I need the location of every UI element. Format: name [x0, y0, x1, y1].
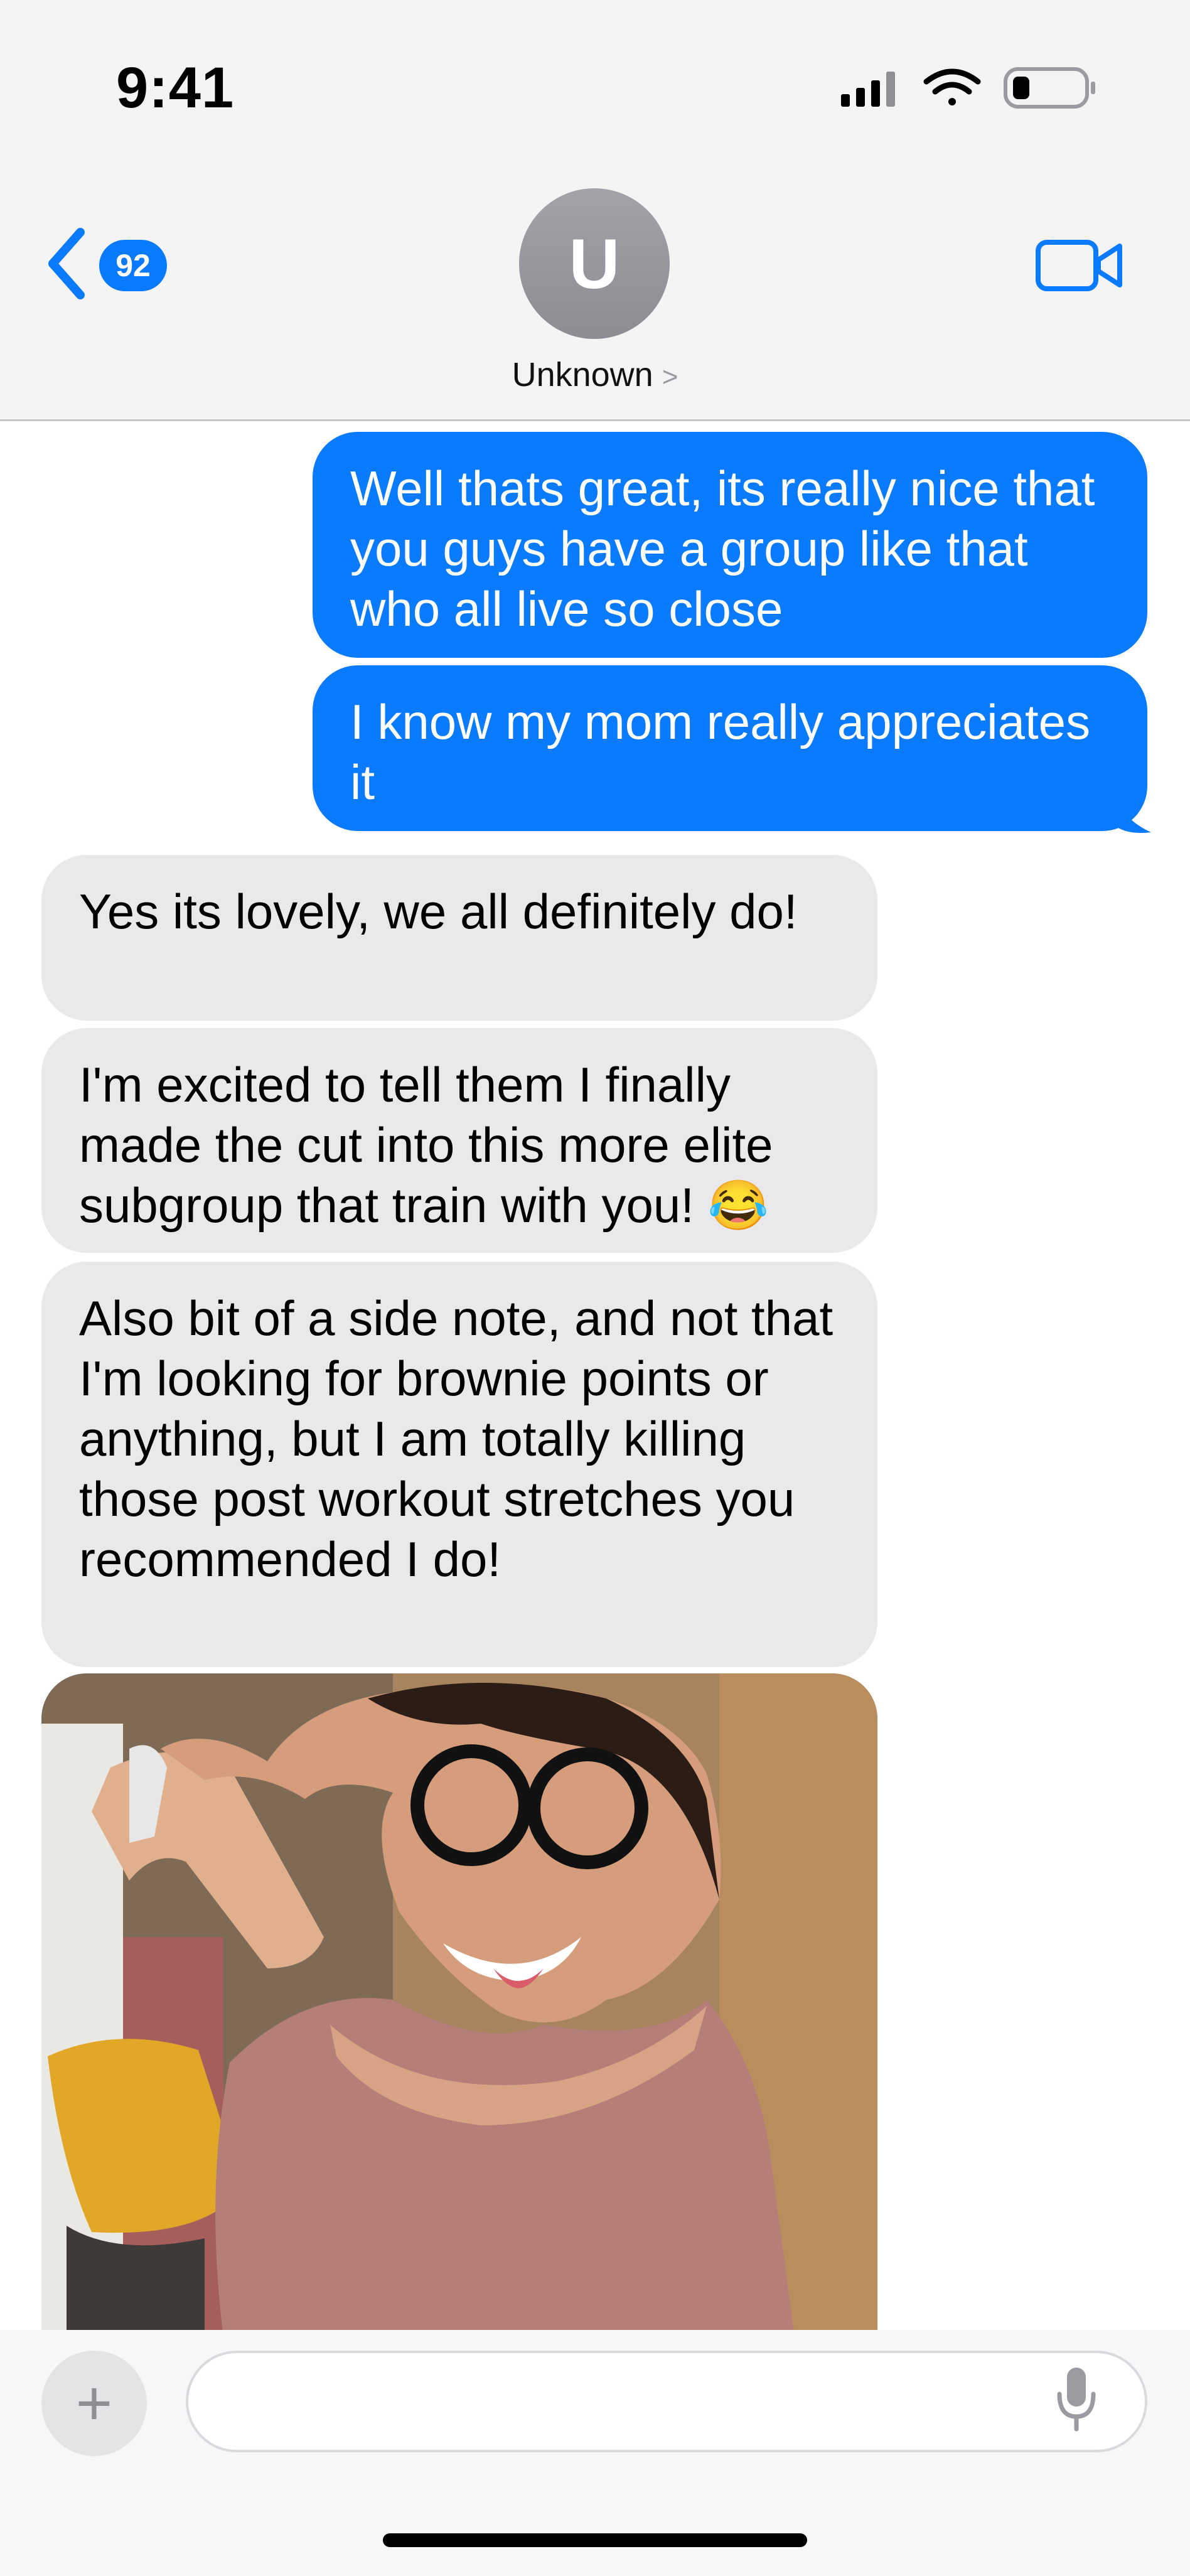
back-chevron-icon — [48, 228, 85, 299]
video-camera-icon[interactable] — [1036, 237, 1123, 294]
cellular-signal-icon — [841, 72, 895, 107]
bubble-tail — [1117, 797, 1151, 833]
message-input[interactable] — [186, 2351, 1147, 2452]
message-bubble-outgoing[interactable]: I know my mom really appreciates it — [313, 665, 1147, 831]
message-bubble-outgoing[interactable]: Well thats great, its really nice that y… — [313, 432, 1147, 658]
contact-name-button[interactable]: Unknown > — [0, 355, 1190, 394]
wifi-icon — [923, 68, 981, 105]
status-time: 9:41 — [116, 56, 235, 120]
battery-icon — [1004, 67, 1095, 109]
message-bubble-incoming[interactable]: Yes its lovely, we all definitely do! — [41, 855, 877, 1021]
contact-avatar[interactable]: U — [519, 188, 670, 339]
back-button[interactable]: 92 — [44, 226, 176, 301]
message-bubble-incoming[interactable]: Also bit of a side note, and not that I'… — [41, 1262, 877, 1667]
plus-icon[interactable]: + — [41, 2351, 147, 2456]
contact-name: Unknown — [512, 356, 653, 394]
status-icons — [841, 67, 1095, 109]
selfie-photo — [41, 1673, 877, 2337]
unread-count-badge: 92 — [99, 240, 167, 291]
message-bubble-incoming[interactable]: I'm excited to tell them I finally made … — [41, 1028, 877, 1253]
chevron-right-icon: > — [662, 362, 678, 392]
photo-attachment[interactable] — [41, 1673, 877, 2337]
home-indicator — [383, 2533, 807, 2547]
conversation-header: 9:41 92 U Unknown > — [0, 0, 1190, 421]
microphone-icon[interactable] — [1054, 2365, 1098, 2434]
